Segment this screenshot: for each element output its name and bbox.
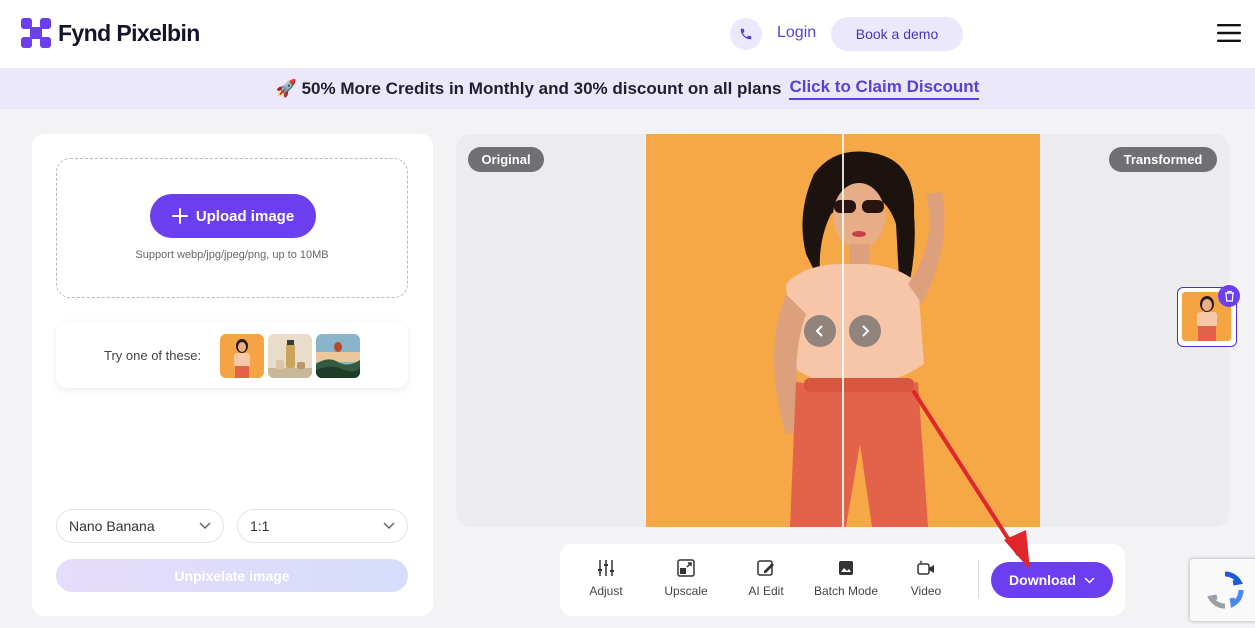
image-preview: Original Transformed bbox=[456, 134, 1229, 527]
cosmetic-product-thumbnail bbox=[268, 334, 312, 378]
book-demo-button[interactable]: Book a demo bbox=[831, 17, 963, 51]
tool-ai-edit-label: AI Edit bbox=[748, 584, 784, 598]
plus-icon bbox=[171, 208, 188, 224]
model-select-value: Nano Banana bbox=[69, 518, 155, 534]
delete-result-button[interactable] bbox=[1218, 285, 1240, 307]
aspect-ratio-select[interactable]: 1:1 bbox=[237, 509, 408, 543]
tool-upscale-label: Upscale bbox=[664, 584, 708, 598]
sample-image-landscape[interactable] bbox=[316, 334, 360, 378]
toolbar-divider bbox=[978, 560, 979, 598]
promo-banner: 🚀 50% More Credits in Monthly and 30% di… bbox=[0, 68, 1255, 109]
sample-images-label: Try one of these: bbox=[104, 348, 202, 363]
tool-batch-mode[interactable]: Batch Mode bbox=[806, 558, 886, 598]
balloon-landscape-thumbnail bbox=[316, 334, 360, 378]
logo-text: Fynd Pixelbin bbox=[58, 19, 200, 46]
model-select[interactable]: Nano Banana bbox=[56, 509, 224, 543]
upload-dropzone[interactable]: Upload image Support webp/jpg/jpeg/png, … bbox=[56, 158, 408, 298]
batch-mode-icon bbox=[839, 561, 853, 575]
tool-adjust[interactable]: Adjust bbox=[566, 558, 646, 598]
tool-adjust-label: Adjust bbox=[589, 584, 623, 598]
download-label: Download bbox=[1009, 572, 1076, 588]
phone-icon bbox=[740, 28, 752, 40]
chevron-down-icon bbox=[199, 522, 211, 530]
sample-images-card: Try one of these: bbox=[56, 322, 408, 388]
menu-icon[interactable] bbox=[1217, 24, 1241, 42]
recaptcha-icon bbox=[1207, 571, 1244, 609]
sample-image-woman[interactable] bbox=[220, 334, 264, 378]
chevron-right-icon bbox=[862, 325, 870, 337]
left-panel: Upload image Support webp/jpg/jpeg/png, … bbox=[32, 134, 433, 616]
chevron-left-icon bbox=[815, 325, 823, 337]
woman-photo bbox=[646, 134, 1040, 527]
tool-video-label: Video bbox=[910, 584, 942, 598]
trash-icon bbox=[1224, 290, 1234, 302]
transformed-tag: Transformed bbox=[1109, 147, 1217, 172]
phone-button[interactable] bbox=[730, 18, 762, 50]
tool-video[interactable]: Video bbox=[886, 558, 966, 598]
chevron-down-icon bbox=[383, 522, 395, 530]
ai-edit-icon bbox=[757, 560, 774, 576]
sample-image-product[interactable] bbox=[268, 334, 312, 378]
compare-right-button[interactable] bbox=[849, 315, 881, 347]
tool-batch-mode-label: Batch Mode bbox=[813, 584, 879, 598]
edit-toolbar: Adjust Upscale AI Edit Batch Mode Video bbox=[560, 544, 1125, 616]
adjust-icon bbox=[598, 560, 614, 576]
aspect-ratio-value: 1:1 bbox=[250, 518, 270, 534]
download-button[interactable]: Download bbox=[991, 562, 1113, 598]
upload-support-text: Support webp/jpg/jpeg/png, up to 10MB bbox=[135, 249, 329, 261]
pixelbin-logo-icon bbox=[21, 18, 51, 48]
logo[interactable]: Fynd Pixelbin bbox=[20, 17, 200, 49]
video-icon bbox=[917, 560, 934, 575]
unpixelate-image-button[interactable]: Unpixelate image bbox=[56, 559, 408, 592]
comparison-photo[interactable] bbox=[646, 134, 1040, 527]
result-thumbnail[interactable] bbox=[1177, 285, 1240, 347]
woman-portrait-thumbnail bbox=[220, 334, 264, 378]
tool-ai-edit[interactable]: AI Edit bbox=[726, 558, 806, 598]
claim-discount-link[interactable]: Click to Claim Discount bbox=[789, 77, 980, 100]
original-tag: Original bbox=[468, 147, 544, 172]
compare-left-button[interactable] bbox=[804, 315, 836, 347]
upscale-icon bbox=[677, 559, 695, 577]
tool-upscale[interactable]: Upscale bbox=[646, 558, 726, 598]
chevron-down-icon bbox=[1084, 576, 1095, 584]
recaptcha-badge[interactable] bbox=[1190, 559, 1255, 621]
promo-message: 🚀 50% More Credits in Monthly and 30% di… bbox=[275, 78, 782, 98]
upload-image-button[interactable]: Upload image bbox=[150, 194, 316, 238]
upload-image-label: Upload image bbox=[195, 207, 295, 225]
header: Fynd Pixelbin Login Book a demo bbox=[0, 0, 1255, 68]
login-link[interactable]: Login bbox=[777, 24, 816, 42]
